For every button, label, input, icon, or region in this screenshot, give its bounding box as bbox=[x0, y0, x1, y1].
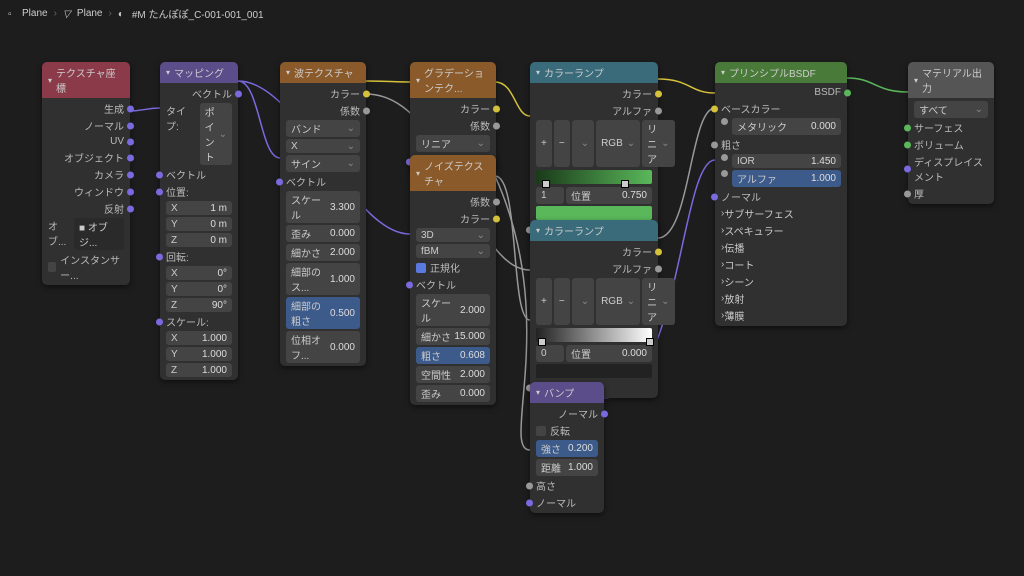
mode-dropdown[interactable]: RGB bbox=[596, 278, 640, 325]
color-swatch[interactable] bbox=[536, 206, 652, 220]
node-color-ramp-1[interactable]: カラーランプ カラー アルファ +−RGBリニア 1位置0.750 係数 bbox=[530, 62, 658, 240]
input-normal: ノーマル bbox=[715, 188, 847, 205]
output-color: カラー bbox=[530, 85, 658, 102]
invert-checkbox[interactable] bbox=[536, 426, 546, 436]
axis-dropdown[interactable]: X bbox=[286, 139, 360, 153]
instancer-checkbox[interactable] bbox=[48, 262, 56, 272]
node-header[interactable]: 波テクスチャ bbox=[280, 62, 366, 83]
input-displacement: ディスプレイスメント bbox=[908, 153, 994, 185]
output-fac: 係数 bbox=[410, 193, 496, 210]
gradient-bar[interactable] bbox=[536, 170, 652, 184]
input-vector: ベクトル bbox=[280, 173, 366, 190]
node-header[interactable]: テクスチャ座標 bbox=[42, 62, 130, 98]
node-editor-canvas[interactable]: テクスチャ座標 生成 ノーマル UV オブジェクト カメラ ウィンドウ 反射 オ… bbox=[0, 0, 1024, 576]
add-stop-button[interactable]: + bbox=[536, 120, 552, 167]
wave-dropdown[interactable]: サイン bbox=[286, 155, 360, 172]
gradient-bar[interactable] bbox=[536, 328, 652, 342]
node-header[interactable]: マッピング bbox=[160, 62, 238, 83]
input-volume: ボリューム bbox=[908, 136, 994, 153]
node-header[interactable]: グラデーションテク... bbox=[410, 62, 496, 98]
output-normal: ノーマル bbox=[42, 117, 130, 134]
node-header[interactable]: ノイズテクスチャ bbox=[410, 155, 496, 191]
normalize-checkbox[interactable] bbox=[416, 263, 426, 273]
input-base-color: ベースカラー bbox=[715, 100, 847, 117]
output-reflection: 反射 bbox=[42, 200, 130, 217]
node-header[interactable]: カラーランプ bbox=[530, 220, 658, 241]
group-specular[interactable]: › スペキュラー bbox=[715, 222, 847, 239]
node-wave-texture[interactable]: 波テクスチャ カラー 係数 バンド X サイン ベクトル スケール3.300 歪… bbox=[280, 62, 366, 366]
band-dropdown[interactable]: バンド bbox=[286, 120, 360, 137]
output-uv: UV bbox=[42, 134, 130, 149]
node-header[interactable]: バンプ bbox=[530, 382, 604, 403]
input-height: 高さ bbox=[530, 477, 604, 494]
input-thickness: 厚 bbox=[908, 185, 994, 202]
add-stop-button[interactable]: + bbox=[536, 278, 552, 325]
node-noise-texture[interactable]: ノイズテクスチャ 係数 カラー 3D fBM 正規化 ベクトル スケール2.00… bbox=[410, 155, 496, 405]
fbm-dropdown[interactable]: fBM bbox=[416, 244, 490, 258]
output-alpha: アルファ bbox=[530, 102, 658, 119]
output-alpha: アルファ bbox=[530, 260, 658, 277]
group-subsurface[interactable]: › サブサーフェス bbox=[715, 205, 847, 222]
output-object: オブジェクト bbox=[42, 149, 130, 166]
output-color: カラー bbox=[410, 210, 496, 227]
dim-dropdown[interactable]: 3D bbox=[416, 228, 490, 242]
interp-dropdown[interactable]: リニア bbox=[642, 120, 674, 167]
group-coat[interactable]: › コート bbox=[715, 256, 847, 273]
output-bsdf: BSDF bbox=[715, 85, 847, 100]
node-header[interactable]: マテリアル出力 bbox=[908, 62, 994, 98]
object-picker[interactable]: ■ オブジ... bbox=[74, 218, 124, 250]
output-generated: 生成 bbox=[42, 100, 130, 117]
input-vector: ベクトル bbox=[410, 276, 496, 293]
node-principled-bsdf[interactable]: プリンシプルBSDF BSDF ベースカラー メタリック0.000 粗さ IOR… bbox=[715, 62, 847, 326]
node-material-output[interactable]: マテリアル出力 すべて サーフェス ボリューム ディスプレイスメント 厚 bbox=[908, 62, 994, 204]
output-color: カラー bbox=[280, 85, 366, 102]
group-emission[interactable]: › 放射 bbox=[715, 290, 847, 307]
node-mapping[interactable]: マッピング ベクトル タイプ:ポイント ベクトル 位置: X1 m Y0 m Z… bbox=[160, 62, 238, 380]
output-normal: ノーマル bbox=[530, 405, 604, 422]
output-color: カラー bbox=[410, 100, 496, 117]
input-surface: サーフェス bbox=[908, 119, 994, 136]
color-swatch[interactable] bbox=[536, 364, 652, 378]
target-dropdown[interactable]: すべて bbox=[914, 101, 988, 118]
node-bump[interactable]: バンプ ノーマル 反転 強さ0.200 距離1.000 高さ ノーマル bbox=[530, 382, 604, 513]
output-vector: ベクトル bbox=[160, 85, 238, 102]
type-dropdown[interactable]: ポイント bbox=[200, 103, 232, 165]
output-camera: カメラ bbox=[42, 166, 130, 183]
remove-stop-button[interactable]: − bbox=[554, 120, 570, 167]
group-thin-film[interactable]: › 薄膜 bbox=[715, 307, 847, 324]
node-header[interactable]: プリンシプルBSDF bbox=[715, 62, 847, 83]
input-normal: ノーマル bbox=[530, 494, 604, 511]
node-color-ramp-2[interactable]: カラーランプ カラー アルファ +−RGBリニア 0位置0.000 係数 bbox=[530, 220, 658, 398]
output-color: カラー bbox=[530, 243, 658, 260]
interp-dropdown[interactable]: リニア bbox=[642, 278, 674, 325]
input-vector: ベクトル bbox=[160, 166, 238, 183]
node-header[interactable]: カラーランプ bbox=[530, 62, 658, 83]
mode-dropdown[interactable]: RGB bbox=[596, 120, 640, 167]
output-fac: 係数 bbox=[280, 102, 366, 119]
output-window: ウィンドウ bbox=[42, 183, 130, 200]
output-fac: 係数 bbox=[410, 117, 496, 134]
group-sheen[interactable]: › シーン bbox=[715, 273, 847, 290]
input-roughness: 粗さ bbox=[715, 136, 847, 153]
group-transmission[interactable]: › 伝播 bbox=[715, 239, 847, 256]
remove-stop-button[interactable]: − bbox=[554, 278, 570, 325]
type-dropdown[interactable]: リニア bbox=[416, 135, 490, 152]
node-texture-coord[interactable]: テクスチャ座標 生成 ノーマル UV オブジェクト カメラ ウィンドウ 反射 オ… bbox=[42, 62, 130, 285]
